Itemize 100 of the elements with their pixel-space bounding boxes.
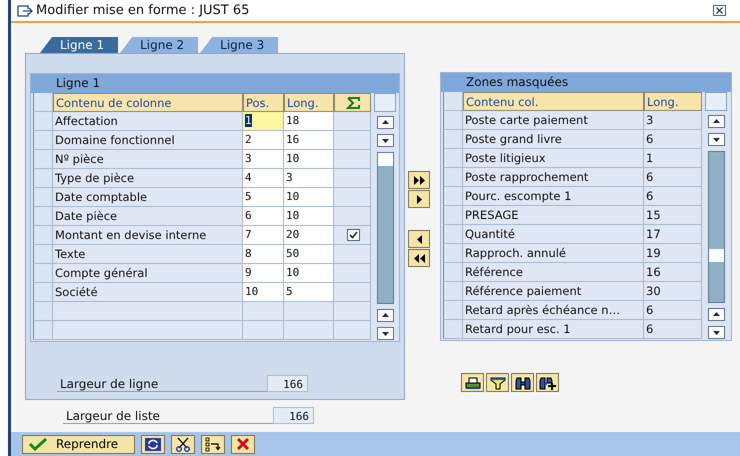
column-header[interactable] [334,93,371,112]
position-field[interactable]: 3 [243,150,284,169]
move-button[interactable] [408,171,430,189]
move-button[interactable] [408,230,430,248]
scroll-down-icon[interactable] [708,133,724,146]
length-field[interactable]: 16 [284,131,334,150]
row-selector[interactable] [33,245,53,264]
row-selector[interactable] [33,188,53,207]
table-cell: 6 [644,130,702,149]
length-field[interactable]: 10 [284,188,334,207]
row-selector[interactable] [33,150,53,169]
scroll-up-icon[interactable] [376,116,394,129]
row-selector[interactable] [443,149,463,168]
row-selector[interactable] [33,169,53,188]
row-selector[interactable] [443,282,463,301]
toolbar-button[interactable] [141,434,165,454]
table-cell: Poste grand livre [463,130,644,149]
table-cell: Texte [53,245,243,264]
column-header[interactable]: Long. [644,92,702,111]
double-left-arrow-icon [414,254,424,262]
table-cell: 6 [644,301,702,320]
checkbox[interactable] [346,229,360,241]
row-selector[interactable] [443,187,463,206]
tool-button[interactable] [486,373,509,392]
row-selector[interactable] [33,264,53,283]
tab[interactable]: Ligne 3 [200,37,278,53]
length-field[interactable]: 5 [284,283,334,302]
position-field[interactable]: 1 [243,112,284,131]
scroll-up-icon[interactable] [376,309,394,322]
table-cell: Rapproch. annulé [463,244,644,263]
tab[interactable]: Ligne 1 [40,37,118,53]
scrollbar-track[interactable] [708,151,724,303]
position-field[interactable]: 5 [243,188,284,207]
scroll-down-icon[interactable] [376,327,394,340]
checkmark-icon [28,436,48,452]
tab[interactable]: Ligne 2 [120,37,198,53]
row-selector[interactable] [33,112,53,131]
row-selector[interactable] [33,302,53,321]
row-selector[interactable] [33,131,53,150]
filter-icon [488,374,506,390]
row-selector[interactable] [443,263,463,282]
row-selector[interactable] [33,93,53,112]
tool-button[interactable] [536,373,559,392]
table-cell: 6 [644,168,702,187]
row-selector[interactable] [443,320,463,339]
table-cell: Date pièce [53,207,243,226]
confirm-button[interactable]: Reprendre [22,434,135,454]
position-field[interactable]: 4 [243,169,284,188]
column-header[interactable]: Long. [284,93,334,112]
table-cell: 17 [644,225,702,244]
sum-icon [346,96,361,110]
length-field[interactable]: 10 [284,264,334,283]
position-field[interactable]: 8 [243,245,284,264]
move-button[interactable] [408,249,430,267]
scrollbar-thumb[interactable] [708,249,724,262]
scroll-down-icon[interactable] [708,326,724,339]
row-selector[interactable] [33,321,53,340]
tool-button[interactable] [461,373,484,392]
column-header[interactable]: Contenu de colonne [53,93,243,112]
table-cell: Domaine fonctionnel [53,131,243,150]
refresh-icon [144,436,162,452]
row-selector[interactable] [443,244,463,263]
tool-button[interactable] [511,373,534,392]
table-cell: Retard pour esc. 1 [463,320,644,339]
binoculars-icon [514,374,532,390]
row-selector[interactable] [33,207,53,226]
length-field[interactable]: 10 [284,150,334,169]
position-field[interactable]: 6 [243,207,284,226]
position-field[interactable]: 2 [243,131,284,150]
close-icon[interactable] [713,5,726,16]
scrollbar-track[interactable] [376,152,394,304]
move-button[interactable] [408,190,430,208]
position-field[interactable]: 7 [243,226,284,245]
toolbar-button[interactable] [171,434,195,454]
column-header[interactable]: Contenu col. [463,92,644,111]
length-field[interactable]: 20 [284,226,334,245]
scroll-up-icon[interactable] [708,115,724,128]
column-settings-cell[interactable] [374,93,396,112]
row-selector[interactable] [443,301,463,320]
length-field[interactable]: 10 [284,207,334,226]
row-selector[interactable] [443,111,463,130]
row-selector[interactable] [443,92,463,111]
column-settings-cell[interactable] [705,92,727,111]
position-field[interactable]: 9 [243,264,284,283]
row-selector[interactable] [443,206,463,225]
row-selector[interactable] [33,283,53,302]
column-header[interactable]: Pos. [243,93,284,112]
scrollbar-thumb[interactable] [378,153,392,166]
scroll-up-icon[interactable] [708,308,724,321]
length-field[interactable]: 18 [284,112,334,131]
row-selector[interactable] [33,226,53,245]
row-selector[interactable] [443,225,463,244]
length-field[interactable]: 50 [284,245,334,264]
row-selector[interactable] [443,130,463,149]
length-field[interactable]: 3 [284,169,334,188]
scroll-down-icon[interactable] [376,134,394,147]
table-cell: 15 [644,206,702,225]
position-field[interactable]: 10 [243,283,284,302]
toolbar-button[interactable] [201,434,225,454]
row-selector[interactable] [443,168,463,187]
